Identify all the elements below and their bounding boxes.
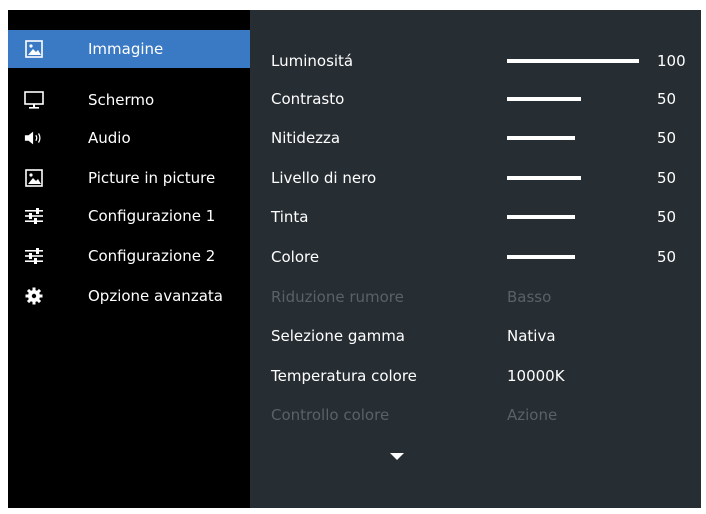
setting-nitidezza[interactable]: Nitidezza 50 <box>271 123 691 153</box>
setting-value: 50 <box>657 129 677 147</box>
setting-value: 50 <box>657 248 677 266</box>
sidebar-item-configurazione-1[interactable]: Configurazione 1 <box>8 197 250 235</box>
sidebar-item-label: Configurazione 1 <box>88 207 216 225</box>
gear-icon <box>24 286 44 306</box>
picture-icon <box>24 39 44 59</box>
sliders-icon <box>24 206 44 226</box>
setting-livello-di-nero[interactable]: Livello di nero 50 <box>271 163 691 193</box>
setting-label: Selezione gamma <box>271 327 405 345</box>
setting-selezione-gamma[interactable]: Selezione gamma Nativa <box>271 321 691 351</box>
setting-riduzione-rumore: Riduzione rumore Basso <box>271 282 691 312</box>
setting-tinta[interactable]: Tinta 50 <box>271 202 691 232</box>
setting-value: Nativa <box>507 327 556 345</box>
setting-controllo-colore: Controllo colore Azione <box>271 400 691 430</box>
sidebar-item-label: Audio <box>88 129 131 147</box>
sidebar-item-label: Configurazione 2 <box>88 247 216 265</box>
scroll-down-arrow-icon[interactable] <box>390 453 404 460</box>
sidebar-item-schermo[interactable]: Schermo <box>8 81 250 119</box>
setting-value: 50 <box>657 169 677 187</box>
sidebar-item-label: Picture in picture <box>88 169 216 187</box>
sidebar-item-label: Opzione avanzata <box>88 287 223 305</box>
level-bar[interactable] <box>507 59 639 63</box>
level-bar[interactable] <box>507 97 581 101</box>
sidebar-item-label: Immagine <box>88 40 164 58</box>
speaker-icon <box>24 128 44 148</box>
setting-label: Tinta <box>271 208 309 226</box>
setting-label: Riduzione rumore <box>271 288 404 306</box>
sidebar-item-immagine[interactable]: Immagine <box>8 30 250 68</box>
picture-icon <box>24 168 44 188</box>
level-bar[interactable] <box>507 215 575 219</box>
setting-value: Azione <box>507 406 558 424</box>
setting-label: Temperatura colore <box>271 367 417 385</box>
level-bar[interactable] <box>507 136 575 140</box>
sidebar-item-audio[interactable]: Audio <box>8 119 250 157</box>
setting-label: Luminositá <box>271 52 354 70</box>
setting-label: Controllo colore <box>271 406 390 424</box>
monitor-icon <box>24 90 44 110</box>
setting-label: Colore <box>271 248 320 266</box>
setting-value: 100 <box>657 52 686 70</box>
setting-value: 50 <box>657 208 677 226</box>
setting-value: Basso <box>507 288 552 306</box>
setting-temperatura-colore[interactable]: Temperatura colore 10000K <box>271 361 691 391</box>
setting-value: 50 <box>657 90 677 108</box>
setting-label: Livello di nero <box>271 169 377 187</box>
level-bar[interactable] <box>507 255 575 259</box>
level-bar[interactable] <box>507 176 581 180</box>
setting-label: Nitidezza <box>271 129 341 147</box>
setting-luminosita[interactable]: Luminositá 100 <box>271 46 691 76</box>
setting-label: Contrasto <box>271 90 345 108</box>
sidebar-item-label: Schermo <box>88 91 155 109</box>
setting-value: 10000K <box>507 367 565 385</box>
sidebar: Immagine Schermo Audio Picture in pictur… <box>8 10 250 508</box>
osd-menu: Immagine Schermo Audio Picture in pictur… <box>8 10 701 508</box>
sliders-icon <box>24 246 44 266</box>
sidebar-item-picture-in-picture[interactable]: Picture in picture <box>8 159 250 197</box>
sidebar-item-configurazione-2[interactable]: Configurazione 2 <box>8 237 250 275</box>
setting-contrasto[interactable]: Contrasto 50 <box>271 84 691 114</box>
setting-colore[interactable]: Colore 50 <box>271 242 691 272</box>
sidebar-item-opzione-avanzata[interactable]: Opzione avanzata <box>8 277 250 315</box>
